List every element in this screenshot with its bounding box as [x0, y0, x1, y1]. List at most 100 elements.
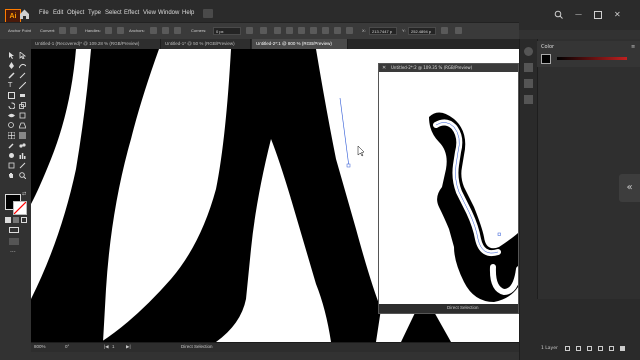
convert-corner-icon[interactable]	[70, 27, 77, 34]
screen-mode-icon[interactable]	[9, 238, 19, 245]
convert-smooth-icon[interactable]	[59, 27, 66, 34]
panel-menu-icon[interactable]: ≡	[631, 44, 635, 50]
color-slider[interactable]	[557, 57, 627, 60]
color-panel-icon[interactable]	[524, 47, 533, 56]
menu-options-icon[interactable]	[455, 27, 462, 34]
direct-selection-tool-icon[interactable]	[19, 52, 26, 59]
brushes-panel-icon[interactable]	[524, 79, 533, 88]
remove-anchor-icon[interactable]	[150, 27, 157, 34]
type-tool-icon[interactable]: T	[8, 82, 15, 89]
swatches-panel-icon[interactable]	[524, 63, 533, 72]
menu-window[interactable]: Window	[158, 10, 179, 16]
gradient-mode-icon[interactable]	[13, 217, 19, 223]
tab-untitled-2[interactable]: Untitled-2*:1 @ 800 % (RGB/Preview)	[252, 39, 348, 49]
width-tool-icon[interactable]	[8, 112, 15, 119]
menu-view[interactable]: View	[143, 10, 156, 16]
handles-show-icon[interactable]	[117, 27, 124, 34]
home-icon[interactable]	[19, 8, 30, 20]
hand-tool-icon[interactable]	[8, 172, 15, 179]
layers-panel-footer: 1 Layer	[520, 299, 640, 360]
line-tool-icon[interactable]	[19, 82, 26, 89]
align-icon[interactable]	[260, 27, 267, 34]
close-icon[interactable]: ✕	[614, 10, 623, 19]
floating-window-close-icon[interactable]: ✕	[382, 65, 388, 71]
slice-tool-icon[interactable]	[19, 162, 26, 169]
brush-tool-icon[interactable]	[8, 72, 15, 79]
eyedropper-tool-icon[interactable]	[8, 142, 15, 149]
shape-builder-tool-icon[interactable]	[8, 122, 15, 129]
cut-path-icon[interactable]	[174, 27, 181, 34]
symbol-sprayer-tool-icon[interactable]	[8, 152, 15, 159]
tab-untitled-1-recovered[interactable]: Untitled-1 (Recovered)* @ 109.28 % (RGB/…	[31, 39, 161, 49]
none-mode-icon[interactable]	[21, 217, 27, 223]
swap-fill-stroke-icon[interactable]: ⇄	[22, 191, 28, 197]
artboard-last-icon[interactable]: ▶|	[126, 344, 131, 350]
pencil-tool-icon[interactable]	[19, 72, 26, 79]
transform-icon[interactable]	[346, 27, 353, 34]
eraser-tool-icon[interactable]	[19, 92, 26, 99]
color-fill-chip[interactable]	[541, 54, 551, 64]
perspective-tool-icon[interactable]	[19, 122, 26, 129]
constrain-icon[interactable]	[441, 27, 448, 34]
control-bar: Anchor Point Convert: Handles: Anchors: …	[0, 22, 519, 40]
menu-type[interactable]: Type	[88, 10, 101, 16]
search-icon[interactable]	[554, 10, 563, 19]
menu-help[interactable]: Help	[182, 10, 194, 16]
menu-file[interactable]: File	[39, 10, 49, 16]
more-tools-icon[interactable]: ···	[10, 250, 18, 256]
symbols-panel-icon[interactable]	[524, 95, 533, 104]
corners-field[interactable]: 0 px	[213, 27, 241, 35]
menu-object[interactable]: Object	[67, 10, 84, 16]
logo-artwork[interactable]	[379, 72, 518, 304]
menu-effect[interactable]: Effect	[124, 10, 139, 16]
pen-tool-icon[interactable]	[8, 62, 15, 69]
floating-window-title[interactable]: Untitled-2*:2 @ 109.35 % (RGB/Preview)	[379, 64, 518, 72]
export-icon[interactable]	[565, 346, 570, 351]
align-right-icon[interactable]	[298, 27, 305, 34]
clipping-mask-icon[interactable]	[587, 346, 592, 351]
free-transform-tool-icon[interactable]	[19, 112, 26, 119]
stroke-swatch[interactable]	[13, 201, 27, 215]
align-middle-icon[interactable]	[322, 27, 329, 34]
color-mode-icon[interactable]	[5, 217, 11, 223]
tab-untitled-1[interactable]: Untitled-1* @ 50 % (RGB/Preview)	[161, 39, 251, 49]
zoom-tool-icon[interactable]	[19, 172, 26, 179]
new-sublayer-icon[interactable]	[598, 346, 603, 351]
scale-tool-icon[interactable]	[19, 102, 26, 109]
graph-tool-icon[interactable]	[19, 152, 26, 159]
maximize-icon[interactable]	[594, 11, 602, 19]
menu-select[interactable]: Select	[105, 10, 122, 16]
align-left-icon[interactable]	[274, 27, 281, 34]
connect-anchor-icon[interactable]	[162, 27, 169, 34]
handles-hide-icon[interactable]	[105, 27, 112, 34]
collapse-panels-icon[interactable]: «	[619, 174, 640, 202]
rotation-value[interactable]: 0°	[65, 344, 69, 349]
color-panel-title: Color	[541, 44, 555, 50]
artboard-first-icon[interactable]: |◀	[104, 344, 109, 350]
rotate-tool-icon[interactable]	[8, 102, 15, 109]
gradient-tool-icon[interactable]	[19, 132, 26, 139]
locate-object-icon[interactable]	[576, 346, 581, 351]
workspace-switcher-icon[interactable]	[203, 9, 213, 18]
artboard-number[interactable]: 1	[112, 344, 115, 349]
artboard-tool-icon[interactable]	[8, 162, 15, 169]
align-top-icon[interactable]	[310, 27, 317, 34]
align-bottom-icon[interactable]	[334, 27, 341, 34]
align-center-icon[interactable]	[286, 27, 293, 34]
menu-edit[interactable]: Edit	[53, 10, 63, 16]
minimize-icon[interactable]: —	[575, 10, 584, 19]
delete-layer-icon[interactable]	[620, 346, 625, 351]
recolor-icon[interactable]	[246, 27, 253, 34]
rectangle-tool-icon[interactable]	[8, 92, 15, 99]
new-layer-icon[interactable]	[609, 346, 614, 351]
mesh-tool-icon[interactable]	[8, 132, 15, 139]
floating-document-window[interactable]: Untitled-2*:2 @ 109.35 % (RGB/Preview) ✕…	[378, 63, 519, 314]
selection-tool-icon[interactable]	[8, 52, 15, 59]
zoom-level[interactable]: 800%	[34, 344, 46, 349]
draw-mode-icon[interactable]	[9, 227, 19, 233]
y-field[interactable]: 252.4894 p	[408, 27, 436, 35]
blend-tool-icon[interactable]	[19, 142, 26, 149]
curvature-tool-icon[interactable]	[19, 62, 26, 69]
document-tabs: Untitled-1 (Recovered)* @ 109.28 % (RGB/…	[31, 39, 519, 49]
x-field[interactable]: 213.7447 p	[369, 27, 397, 35]
